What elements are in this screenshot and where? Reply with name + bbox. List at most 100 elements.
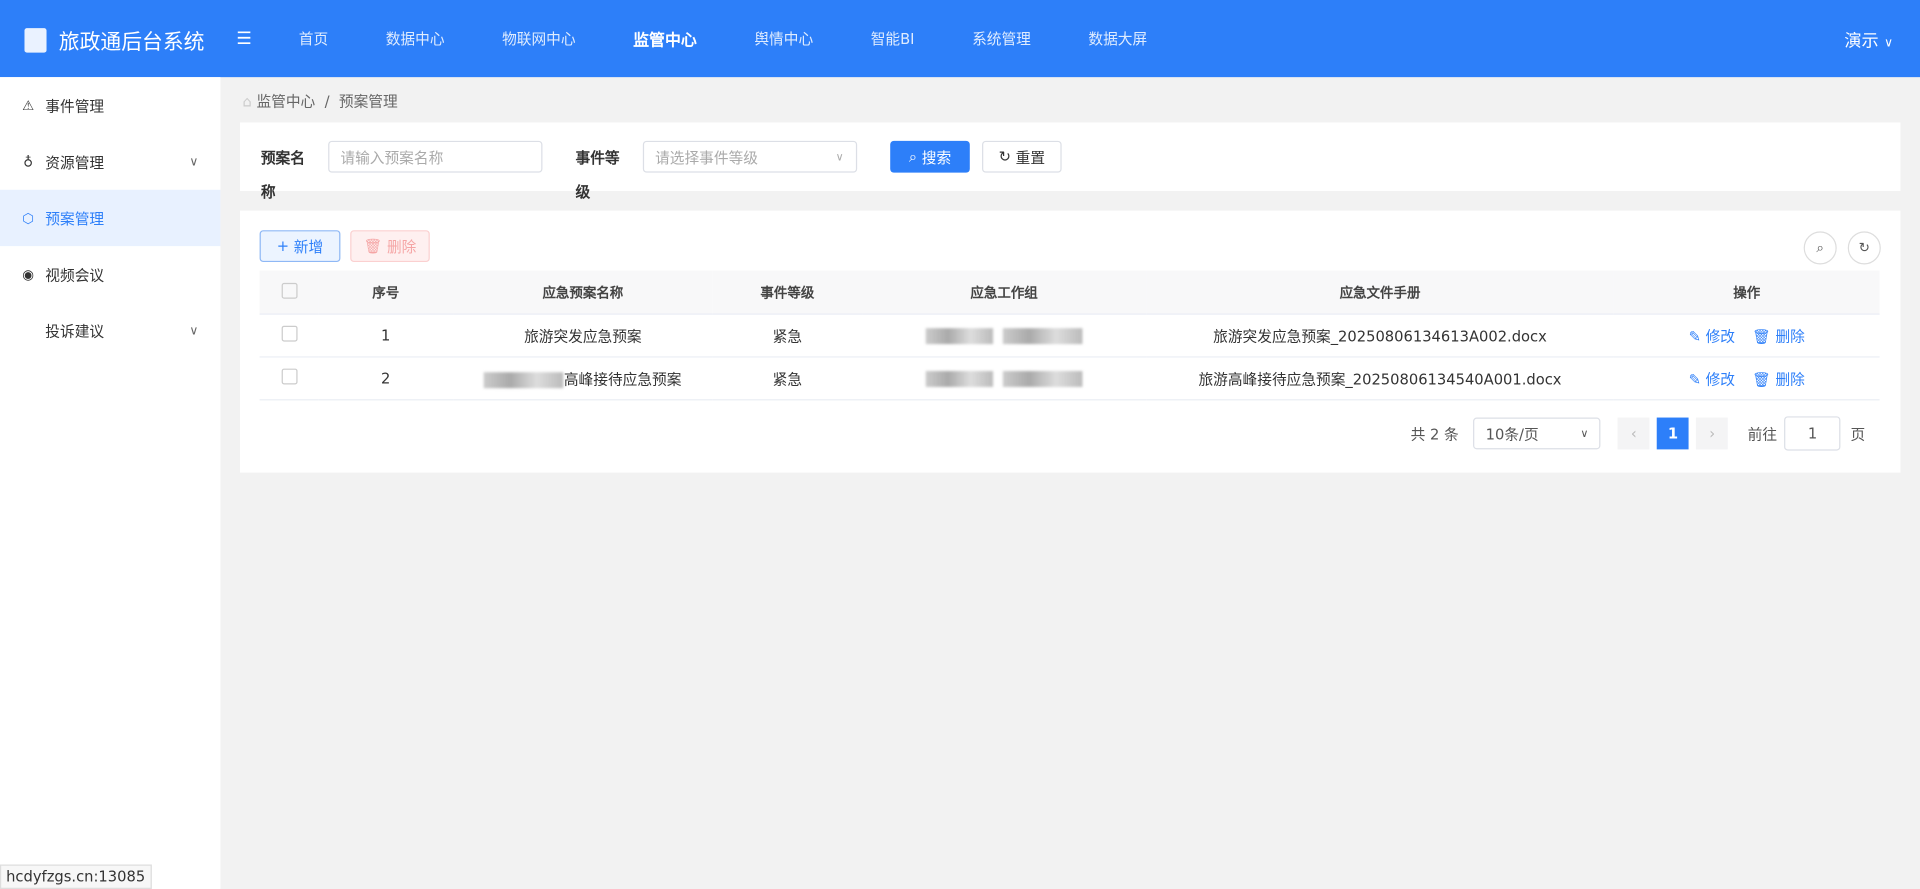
cube-icon: ⬡ (22, 210, 35, 226)
sidebar: ⚠ 事件管理 ♁ 资源管理 ∨ ⬡ 预案管理 ◉ 视频会议 投诉建议 ∨ (0, 77, 221, 889)
table-panel: + 新增 🗑 删除 ⌕ ↻ 序号 应急预案名称 事件等级 应急工作组 应急文件手… (240, 210, 1901, 473)
top-bar: 旅政通后台系统 ☰ 首页 数据中心 物联网中心 监管中心 舆情中心 智能BI 系… (0, 0, 1920, 78)
col-group: 应急工作组 (862, 270, 1147, 315)
table-header: 序号 应急预案名称 事件等级 应急工作组 应急文件手册 操作 (259, 270, 1880, 315)
sidebar-item-complaints[interactable]: 投诉建议 ∨ (0, 302, 220, 358)
label: 删除 (386, 238, 417, 256)
nav-home[interactable]: 首页 (299, 28, 328, 49)
cell-group-redacted (862, 356, 1147, 401)
alarm-icon: ⚠ (22, 97, 35, 114)
goto-label: 前往 (1747, 425, 1778, 443)
search-toggle-icon[interactable]: ⌕ (1803, 231, 1837, 265)
label: 搜索 (921, 148, 952, 166)
filter-panel: 预案名称 请输入预案名称 事件等级 请选择事件等级 ∨ ⌕ 搜索 ↻ 重置 (240, 122, 1901, 201)
edit-button[interactable]: ✎ 修改 (1689, 328, 1735, 345)
nav-system[interactable]: 系统管理 (972, 28, 1031, 49)
app-logo[interactable]: 旅政通后台系统 (24, 24, 204, 55)
label: 删除 (1775, 370, 1805, 388)
checkbox[interactable] (281, 282, 297, 299)
home-icon: ⌂ (242, 93, 252, 111)
remove-button[interactable]: 🗑 删除 (1752, 328, 1805, 345)
label: 视频会议 (45, 266, 105, 284)
page-1-button[interactable]: 1 (1657, 417, 1689, 450)
nav-opinion[interactable]: 舆情中心 (754, 28, 813, 49)
page-suffix: 页 (1850, 425, 1866, 443)
bell-icon: ♁ (23, 153, 34, 170)
row-checkbox[interactable] (281, 325, 297, 342)
chevron-down-icon: ∨ (1580, 428, 1589, 441)
play-icon: ◉ (22, 266, 35, 283)
cell-name: 旅游突发应急预案 (453, 314, 713, 358)
col-name: 应急预案名称 (453, 270, 713, 315)
edit-button[interactable]: ✎ 修改 (1689, 370, 1735, 387)
nav-data[interactable]: 数据中心 (386, 28, 445, 49)
label: 事件管理 (45, 97, 105, 115)
cell-no: 1 (318, 314, 454, 358)
search-button[interactable]: ⌕ 搜索 (890, 140, 970, 173)
cell-level: 紧急 (712, 314, 863, 358)
label: 修改 (1705, 327, 1735, 345)
cell-file[interactable]: 旅游突发应急预案_20250806134613A002.docx (1146, 314, 1614, 358)
nav-bi[interactable]: 智能BI (871, 28, 915, 49)
chevron-down-icon: ∨ (1884, 36, 1894, 51)
level-label: 事件等级 (575, 149, 620, 201)
chevron-down-icon: ∨ (189, 323, 199, 338)
plans-table: 序号 应急预案名称 事件等级 应急工作组 应急文件手册 操作 1 旅游突发应急预… (259, 270, 1880, 401)
total-count: 共 2 条 (1410, 425, 1459, 443)
next-page-button[interactable]: › (1696, 417, 1729, 450)
breadcrumb-item: 预案管理 (338, 93, 398, 111)
level-select[interactable]: 请选择事件等级 ∨ (642, 140, 858, 173)
name-label: 预案名称 (260, 149, 305, 201)
trash-icon: 🗑 (363, 237, 387, 255)
cell-name: 高峰接待应急预案 (453, 356, 713, 401)
label: 修改 (1705, 370, 1735, 388)
refresh-icon[interactable]: ↻ (1847, 231, 1881, 265)
redacted (1002, 328, 1083, 345)
redacted (484, 371, 564, 388)
sidebar-item-resources[interactable]: ♁ 资源管理 ∨ (0, 133, 220, 189)
label: 投诉建议 (45, 322, 105, 340)
label: 预案管理 (45, 210, 105, 228)
cell-no: 2 (318, 356, 454, 401)
status-url: hcdyfzgs.cn:13085 (0, 864, 152, 889)
user-name: 演示 (1844, 31, 1879, 52)
breadcrumb: ⌂ 监管中心 / 预案管理 (242, 93, 398, 111)
placeholder: 请选择事件等级 (655, 149, 758, 167)
col-no: 序号 (318, 270, 454, 315)
select-all[interactable] (259, 270, 319, 315)
nav-screen[interactable]: 数据大屏 (1088, 28, 1147, 49)
sidebar-item-video[interactable]: ◉ 视频会议 (0, 246, 220, 302)
redacted (1002, 371, 1083, 387)
label: 删除 (1775, 327, 1805, 345)
user-menu[interactable]: 演示 ∨ (1844, 28, 1893, 52)
menu-fold-icon[interactable]: ☰ (236, 29, 251, 49)
nav-supervision[interactable]: 监管中心 (633, 27, 697, 50)
goto-page-input[interactable]: 1 (1784, 416, 1841, 451)
redacted (925, 371, 994, 387)
nav-iot[interactable]: 物联网中心 (502, 28, 575, 49)
breadcrumb-item[interactable]: 监管中心 (256, 93, 315, 110)
table-row: 2 高峰接待应急预案 紧急 旅游高峰接待应急预案_20250806134540A… (259, 356, 1880, 401)
delete-button[interactable]: 🗑 删除 (350, 230, 430, 263)
label: 重置 (1015, 148, 1046, 166)
col-level: 事件等级 (712, 270, 863, 315)
col-actions: 操作 (1613, 270, 1880, 315)
remove-button[interactable]: 🗑 删除 (1752, 370, 1805, 387)
cell-group-redacted (862, 314, 1147, 358)
app-title: 旅政通后台系统 (58, 30, 205, 56)
label: 新增 (293, 238, 324, 256)
cell-file[interactable]: 旅游高峰接待应急预案_20250806134540A001.docx (1146, 356, 1614, 401)
plus-icon: + (276, 237, 294, 255)
table-row: 1 旅游突发应急预案 紧急 旅游突发应急预案_20250806134613A00… (259, 314, 1880, 358)
chevron-down-icon: ∨ (835, 151, 844, 165)
sidebar-item-events[interactable]: ⚠ 事件管理 (0, 77, 220, 133)
redacted (925, 328, 994, 345)
add-button[interactable]: + 新增 (259, 230, 341, 263)
name-text: 高峰接待应急预案 (563, 370, 682, 388)
prev-page-button[interactable]: ‹ (1617, 417, 1650, 450)
page-size-select[interactable]: 10条/页 ∨ (1473, 417, 1601, 450)
plan-name-input[interactable]: 请输入预案名称 (328, 140, 543, 173)
row-checkbox[interactable] (281, 368, 297, 385)
sidebar-item-plans[interactable]: ⬡ 预案管理 (0, 189, 221, 247)
reset-button[interactable]: ↻ 重置 (982, 140, 1062, 173)
